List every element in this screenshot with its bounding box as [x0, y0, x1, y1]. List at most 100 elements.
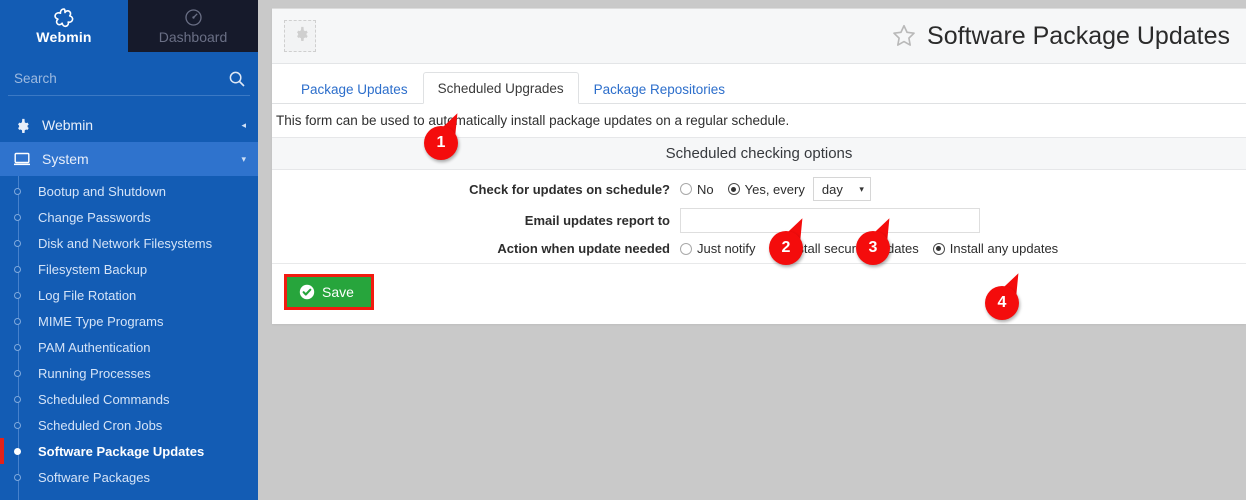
- tab-package-repositories[interactable]: Package Repositories: [579, 73, 740, 104]
- sidebar-group-label: Webmin: [42, 117, 94, 133]
- row-control: Just notify Install security updates Ins…: [680, 241, 1072, 256]
- bullet-icon: [14, 474, 21, 481]
- chevron-left-icon: ◂: [241, 119, 246, 130]
- save-highlight-box: Save: [284, 274, 374, 310]
- row-control: [680, 208, 980, 233]
- save-area: Save: [272, 264, 1246, 322]
- radio-schedule-no[interactable]: [680, 183, 692, 195]
- bullet-icon: [14, 422, 21, 429]
- sidebar-item-label: Software Package Updates: [38, 443, 205, 459]
- star-outline-icon[interactable]: [890, 22, 918, 50]
- sidebar-item-scheduled-cron-jobs[interactable]: Scheduled Cron Jobs: [0, 412, 258, 438]
- bullet-icon: [14, 318, 21, 325]
- dashboard-tab[interactable]: Dashboard: [128, 0, 258, 52]
- main-content: Software Package Updates Package Updates…: [258, 0, 1246, 500]
- gear-icon: [14, 118, 34, 134]
- tab-package-updates[interactable]: Package Updates: [286, 73, 423, 104]
- bullet-icon: [14, 240, 21, 247]
- row-check-for-updates: Check for updates on schedule? No Yes, e…: [272, 170, 1246, 204]
- tab-scheduled-upgrades[interactable]: Scheduled Upgrades: [422, 72, 579, 104]
- sidebar-group-webmin[interactable]: Webmin ◂: [0, 108, 258, 142]
- radio-just-notify[interactable]: [680, 242, 692, 255]
- sidebar-group-system[interactable]: System ▾: [0, 142, 258, 176]
- radio-just-notify-label[interactable]: Just notify: [697, 241, 756, 256]
- save-button[interactable]: Save: [287, 277, 371, 307]
- bullet-icon: [14, 266, 21, 273]
- row-control: No Yes, every day ▾: [680, 177, 871, 201]
- chevron-down-icon: ▾: [859, 183, 864, 194]
- bullet-icon: [14, 370, 21, 377]
- page-title: Software Package Updates: [890, 22, 1230, 51]
- email-report-input[interactable]: [680, 208, 980, 233]
- module-config-button[interactable]: [284, 20, 316, 52]
- brand-label: Webmin: [36, 28, 92, 45]
- radio-install-security-updates[interactable]: [769, 242, 782, 255]
- sidebar-search[interactable]: [8, 62, 250, 96]
- page-title-text: Software Package Updates: [927, 21, 1230, 50]
- sidebar-item-label: Disk and Network Filesystems: [38, 235, 213, 251]
- scheduled-options-table: Scheduled checking options Check for upd…: [272, 137, 1246, 264]
- gear-icon: [293, 26, 308, 46]
- dashboard-tab-label: Dashboard: [158, 28, 228, 45]
- search-icon[interactable]: [228, 70, 246, 88]
- sidebar-item-label: Running Processes: [38, 365, 151, 381]
- sidebar-item-log-file-rotation[interactable]: Log File Rotation: [0, 282, 258, 308]
- sidebar-item-label: Filesystem Backup: [38, 261, 148, 277]
- row-label: Action when update needed: [497, 241, 670, 256]
- radio-install-any-updates[interactable]: [932, 242, 945, 255]
- bullet-icon: [14, 292, 21, 299]
- sidebar: Webmin Dashboard Search Webmin ◂ System …: [0, 0, 258, 500]
- gauge-icon: [184, 8, 203, 27]
- bullet-icon: [14, 344, 21, 351]
- sidebar-item-running-processes[interactable]: Running Processes: [0, 360, 258, 386]
- radio-schedule-yes[interactable]: [727, 183, 740, 195]
- row-email-report: Email updates report to: [272, 204, 1246, 236]
- sidebar-item-label: Software Packages: [38, 469, 151, 485]
- content-panel: Software Package Updates Package Updates…: [272, 8, 1246, 324]
- app-root: Webmin Dashboard Search Webmin ◂ System …: [0, 0, 1246, 500]
- bullet-icon: [14, 188, 21, 195]
- check-circle-icon: [299, 284, 315, 300]
- sidebar-item-pam-authentication[interactable]: PAM Authentication: [0, 334, 258, 360]
- sidebar-item-disk-and-network-filesystems[interactable]: Disk and Network Filesystems: [0, 230, 258, 256]
- radio-schedule-yes-label[interactable]: Yes, every: [745, 182, 805, 197]
- form-description: This form can be used to automatically i…: [276, 113, 790, 128]
- row-action-when-update-needed: Action when update needed Just notify In…: [272, 236, 1246, 264]
- sidebar-system-items: Bootup and Shutdown Change Passwords Dis…: [0, 176, 258, 500]
- webmin-logo-icon: [53, 7, 75, 28]
- sidebar-item-label: Scheduled Commands: [38, 391, 170, 407]
- radio-schedule-no-label[interactable]: No: [697, 182, 714, 197]
- panel-header: Software Package Updates: [272, 9, 1246, 64]
- sidebar-item-software-packages[interactable]: Software Packages: [0, 464, 258, 490]
- monitor-icon: [14, 152, 34, 166]
- schedule-interval-value: day: [821, 181, 843, 197]
- sidebar-item-filesystem-backup[interactable]: Filesystem Backup: [0, 256, 258, 282]
- bullet-icon: [14, 214, 21, 221]
- tab-bar: Package Updates Scheduled Upgrades Packa…: [272, 64, 1246, 104]
- save-button-label: Save: [322, 284, 354, 300]
- chevron-down-icon: ▾: [241, 153, 246, 164]
- row-label: Email updates report to: [524, 213, 670, 228]
- sidebar-item-label: Bootup and Shutdown: [38, 183, 166, 199]
- row-label: Check for updates on schedule?: [469, 181, 670, 197]
- sidebar-group-label: System: [42, 151, 89, 167]
- search-input[interactable]: [12, 70, 228, 87]
- radio-install-security-updates-label[interactable]: Install security updates: [787, 241, 919, 256]
- sidebar-item-label: PAM Authentication: [38, 339, 151, 355]
- sidebar-item-label: Change Passwords: [38, 209, 151, 225]
- sidebar-item-label: Scheduled Cron Jobs: [38, 417, 163, 433]
- sidebar-item-scheduled-commands[interactable]: Scheduled Commands: [0, 386, 258, 412]
- schedule-interval-select[interactable]: day ▾: [812, 177, 871, 201]
- brand-webmin[interactable]: Webmin: [0, 0, 128, 52]
- bullet-icon: [14, 396, 21, 403]
- sidebar-top-bar: Webmin Dashboard: [0, 0, 258, 52]
- sidebar-item-label: Log File Rotation: [38, 287, 137, 303]
- sidebar-item-label: MIME Type Programs: [38, 313, 164, 329]
- radio-install-any-updates-label[interactable]: Install any updates: [950, 241, 1058, 256]
- sidebar-item-software-package-updates[interactable]: Software Package Updates: [0, 438, 258, 464]
- sidebar-item-change-passwords[interactable]: Change Passwords: [0, 204, 258, 230]
- sidebar-item-bootup-and-shutdown[interactable]: Bootup and Shutdown: [0, 178, 258, 204]
- section-title: Scheduled checking options: [272, 138, 1246, 170]
- sidebar-item-mime-type-programs[interactable]: MIME Type Programs: [0, 308, 258, 334]
- bullet-icon: [14, 448, 21, 455]
